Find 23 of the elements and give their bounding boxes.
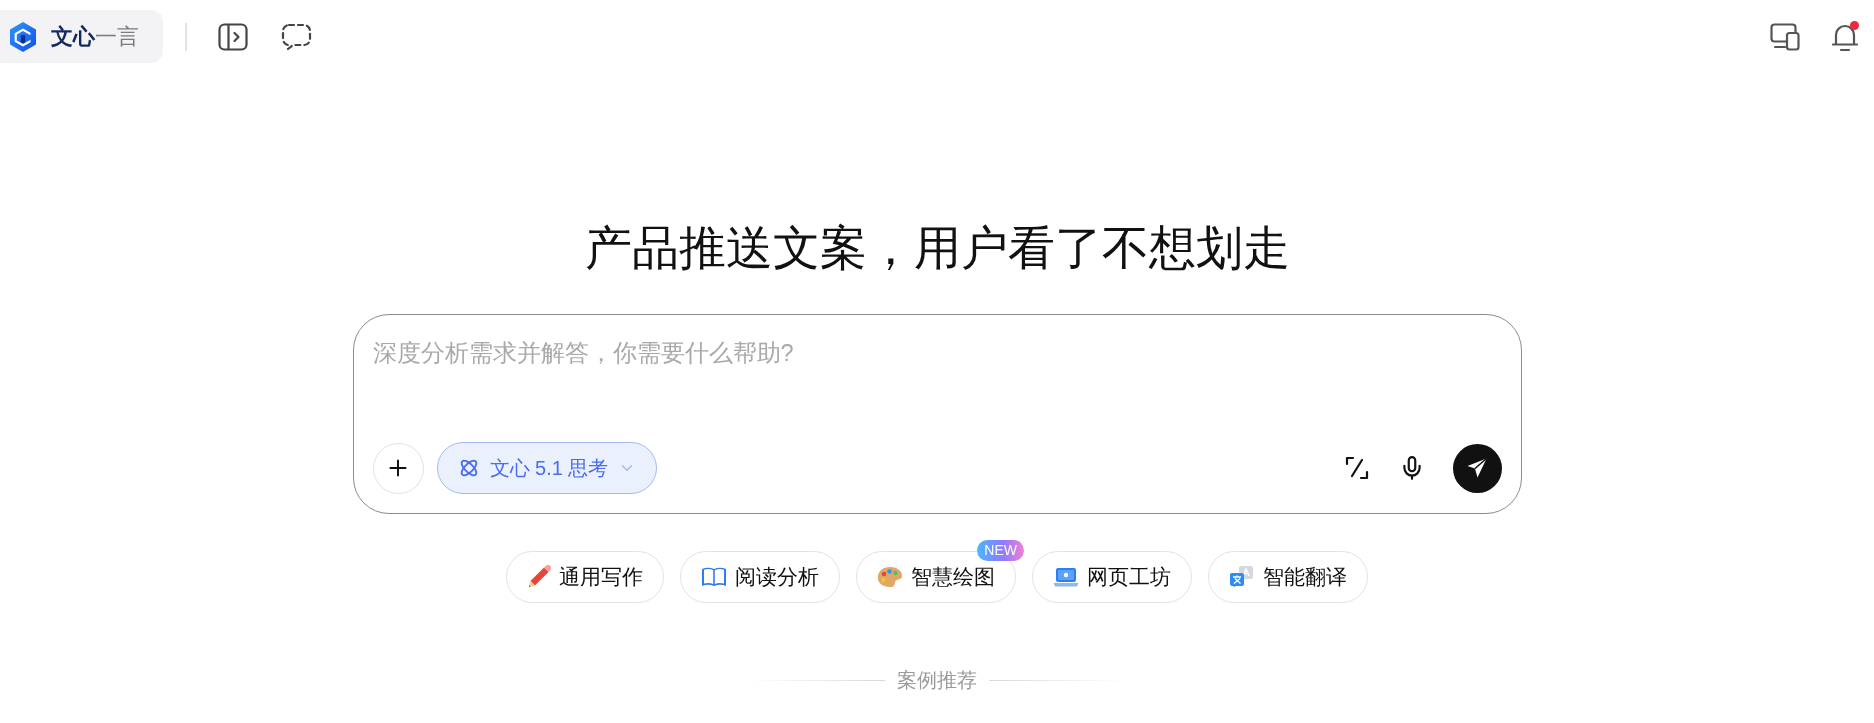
message-input[interactable]: 深度分析需求并解答，你需要什么帮助?	[372, 337, 1502, 442]
sidebar-toggle-icon	[218, 22, 248, 51]
composer-panel[interactable]: 深度分析需求并解答，你需要什么帮助? 文心 5.1 思考	[352, 314, 1522, 514]
section-heading: 案例推荐	[897, 668, 977, 692]
palette-icon	[877, 566, 903, 588]
quick-action-chip[interactable]: 通用写作	[506, 551, 664, 603]
model-selector[interactable]: 文心 5.1 思考	[436, 442, 658, 494]
logo-icon	[8, 20, 38, 53]
quick-action-chip[interactable]: 网页工坊	[1032, 551, 1192, 603]
quick-action-chip[interactable]: 智能翻译	[1208, 551, 1368, 603]
slash-command-icon	[1344, 456, 1369, 480]
logo-button[interactable]: 文心一言	[0, 10, 163, 63]
new-badge: NEW	[977, 540, 1024, 561]
laptop-icon	[1053, 566, 1079, 588]
quick-action-chip[interactable]: 阅读分析	[680, 551, 840, 603]
pencil-icon	[527, 565, 551, 589]
book-icon	[701, 566, 727, 588]
hero-title: 产品推送文案，用户看了不想划走	[584, 223, 1290, 273]
translate-icon	[1229, 565, 1255, 589]
send-icon	[1466, 457, 1488, 479]
send-button[interactable]	[1452, 443, 1502, 493]
new-chat-icon	[280, 22, 312, 51]
devices-icon	[1770, 22, 1800, 51]
